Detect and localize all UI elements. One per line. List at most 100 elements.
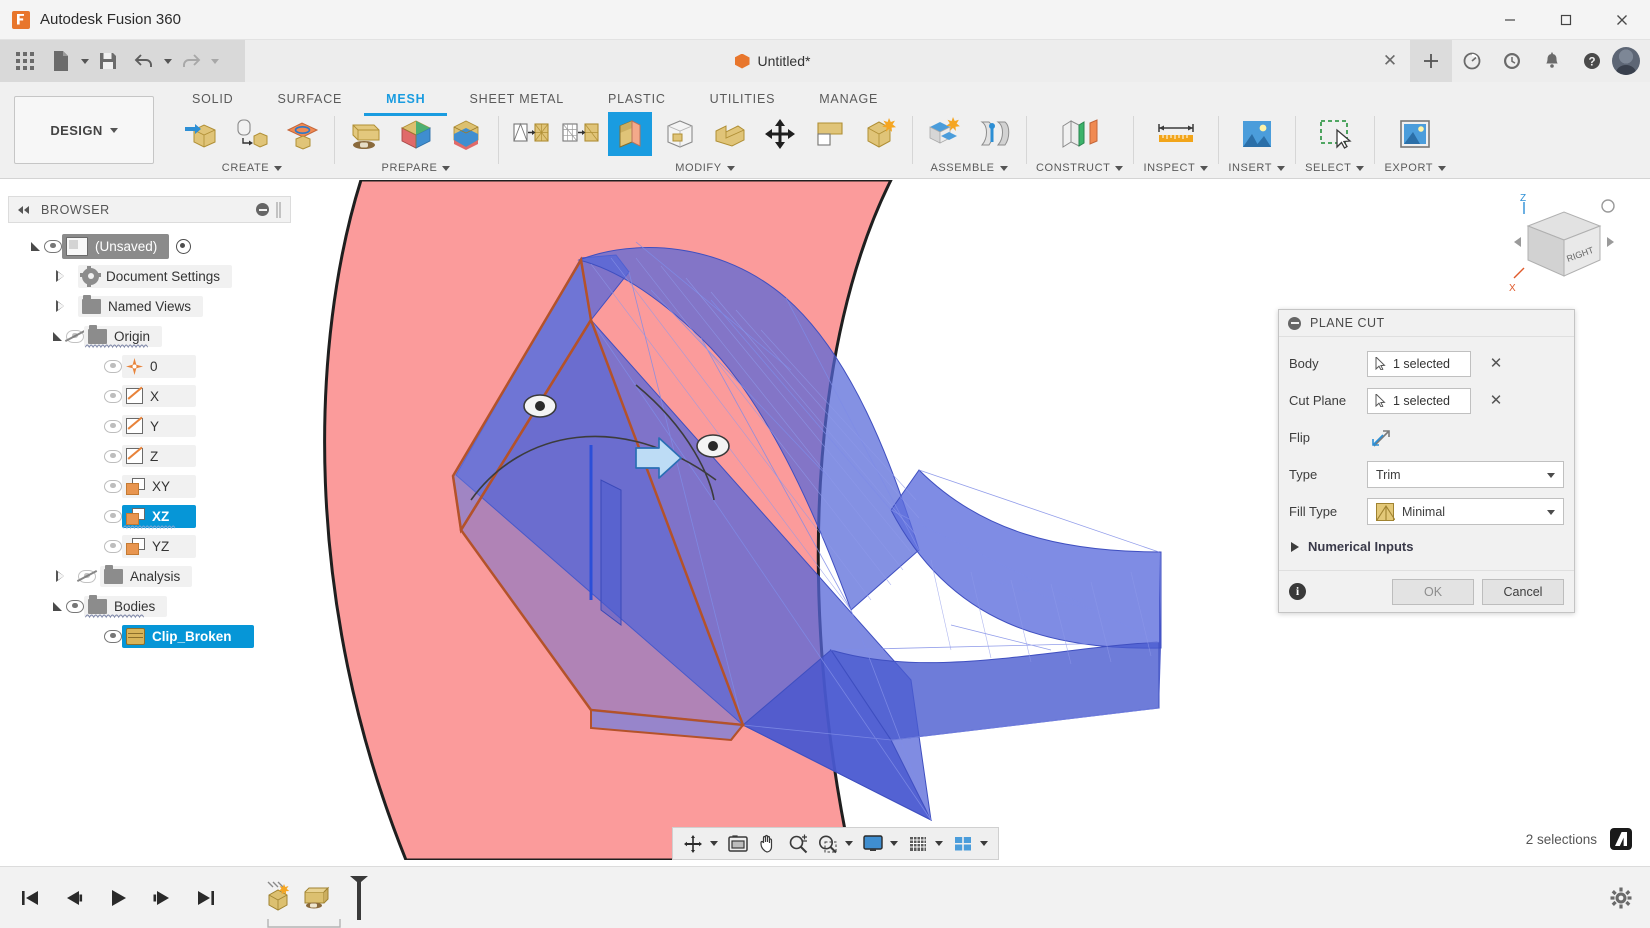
reduce-icon[interactable] (558, 112, 602, 156)
expander-open-icon[interactable] (31, 241, 40, 251)
expander-open-icon[interactable] (53, 331, 62, 341)
undo-caret-icon[interactable] (164, 58, 172, 64)
joint-icon[interactable] (972, 112, 1016, 156)
mesh-from-sketch-icon[interactable] (280, 112, 324, 156)
redo-icon[interactable] (174, 44, 208, 78)
move-copy-icon[interactable] (758, 112, 802, 156)
create-caret-icon[interactable] (274, 165, 283, 171)
pan-icon[interactable] (754, 830, 782, 857)
tree-item-plane-xy[interactable]: XY (8, 471, 291, 501)
viewports-caret-icon[interactable] (980, 841, 988, 846)
tree-item-plane-yz[interactable]: YZ (8, 531, 291, 561)
type-dropdown[interactable]: Trim (1367, 461, 1564, 488)
grid-snaps-icon[interactable] (904, 830, 932, 857)
expander-closed-icon[interactable] (56, 270, 65, 282)
visibility-eye-icon[interactable] (104, 479, 122, 493)
tree-item-bodies[interactable]: Bodies (8, 591, 291, 621)
info-icon[interactable]: i (1289, 583, 1306, 600)
clear-body-selection-button[interactable]: ✕ (1483, 356, 1509, 371)
tree-item-origin-point[interactable]: 0 (8, 351, 291, 381)
offset-plane-icon[interactable] (1053, 112, 1107, 156)
plane-cut-feature-icon[interactable] (298, 881, 332, 915)
tree-item-analysis[interactable]: Analysis (8, 561, 291, 591)
cut-plane-selection-field[interactable]: 1 selected (1367, 387, 1471, 414)
cancel-button[interactable]: Cancel (1482, 578, 1564, 605)
body-selection-field[interactable]: 1 selected (1367, 350, 1471, 377)
delete-faces-icon[interactable] (808, 112, 852, 156)
visibility-eye-icon[interactable] (66, 599, 84, 613)
expander-closed-icon[interactable] (56, 300, 65, 312)
settings-gear-icon[interactable] (1608, 885, 1634, 911)
mesh-body-feature-icon[interactable] (262, 881, 296, 915)
recent-activity-icon[interactable] (1492, 40, 1532, 82)
play-icon[interactable] (104, 884, 132, 912)
go-to-end-icon[interactable] (192, 884, 220, 912)
zoom-window-caret-icon[interactable] (845, 841, 853, 846)
tree-item-axis-x[interactable]: X (8, 381, 291, 411)
bref-to-mesh-icon[interactable] (230, 112, 274, 156)
prepare-caret-icon[interactable] (442, 165, 451, 171)
measure-icon[interactable] (1149, 112, 1203, 156)
account-avatar[interactable] (1612, 47, 1640, 75)
new-component-icon[interactable] (922, 112, 966, 156)
visibility-eye-hidden-icon[interactable] (76, 569, 98, 583)
display-settings-caret-icon[interactable] (890, 841, 898, 846)
activate-component-radio[interactable] (176, 238, 192, 254)
visibility-eye-hidden-icon[interactable] (64, 329, 86, 343)
clear-cut-plane-selection-button[interactable]: ✕ (1483, 393, 1509, 408)
visibility-eye-icon[interactable] (104, 629, 122, 643)
zoom-icon[interactable] (784, 830, 812, 857)
step-back-icon[interactable] (60, 884, 88, 912)
go-to-beginning-icon[interactable] (16, 884, 44, 912)
insert-caret-icon[interactable] (1277, 165, 1286, 171)
undo-icon[interactable] (127, 44, 161, 78)
numerical-inputs-expander[interactable]: Numerical Inputs (1289, 530, 1564, 564)
timeline-end-marker[interactable] (348, 872, 370, 924)
view-cube[interactable]: Z X RIGHT (1508, 192, 1628, 302)
maximize-button[interactable] (1538, 0, 1594, 40)
new-document-tab-icon[interactable] (1410, 40, 1452, 82)
display-settings-icon[interactable] (859, 830, 887, 857)
workspace-switcher[interactable]: DESIGN (14, 96, 154, 164)
inspect-caret-icon[interactable] (1200, 165, 1209, 171)
new-file-icon[interactable] (44, 44, 78, 78)
look-at-icon[interactable] (724, 830, 752, 857)
new-file-caret-icon[interactable] (81, 58, 89, 64)
assemble-caret-icon[interactable] (999, 165, 1008, 171)
visibility-eye-icon[interactable] (104, 419, 122, 433)
merge-bodies-icon[interactable] (444, 112, 488, 156)
minimize-button[interactable] (1482, 0, 1538, 40)
plane-cut-icon[interactable] (608, 112, 652, 156)
erase-and-fill-icon[interactable] (708, 112, 752, 156)
tree-item-document-settings[interactable]: Document Settings (8, 261, 291, 291)
visibility-eye-icon[interactable] (104, 449, 122, 463)
orbit-icon[interactable] (679, 830, 707, 857)
tree-item-origin[interactable]: Origin (8, 321, 291, 351)
export-icon[interactable] (1389, 112, 1441, 156)
notifications-bell-icon[interactable] (1532, 40, 1572, 82)
visibility-eye-icon[interactable] (104, 359, 122, 373)
collapse-left-icon[interactable] (17, 205, 31, 215)
grid-snaps-caret-icon[interactable] (935, 841, 943, 846)
window-selection-icon[interactable] (1309, 112, 1361, 156)
expander-open-icon[interactable] (53, 601, 62, 611)
close-document-tab-icon[interactable]: ✕ (1370, 40, 1410, 82)
mesh-section-icon[interactable] (344, 112, 388, 156)
flip-direction-icon[interactable] (1371, 428, 1391, 448)
modify-caret-icon[interactable] (726, 165, 735, 171)
tree-item-axis-y[interactable]: Y (8, 411, 291, 441)
insert-image-icon[interactable] (1231, 112, 1283, 156)
visibility-eye-icon[interactable] (44, 239, 62, 253)
tree-item-unsaved[interactable]: (Unsaved) (8, 231, 291, 261)
ok-button[interactable]: OK (1392, 578, 1474, 605)
help-icon[interactable]: ? (1572, 40, 1612, 82)
document-tab[interactable]: Untitled* (245, 40, 1300, 82)
visibility-eye-icon[interactable] (104, 539, 122, 553)
tree-item-clip-broken[interactable]: Clip_Broken (8, 621, 291, 651)
remesh-icon[interactable] (508, 112, 552, 156)
job-status-icon[interactable] (1452, 40, 1492, 82)
tree-item-plane-xz[interactable]: XZ (8, 501, 291, 531)
make-closed-mesh-icon[interactable] (658, 112, 702, 156)
save-icon[interactable] (91, 44, 125, 78)
close-button[interactable] (1594, 0, 1650, 40)
